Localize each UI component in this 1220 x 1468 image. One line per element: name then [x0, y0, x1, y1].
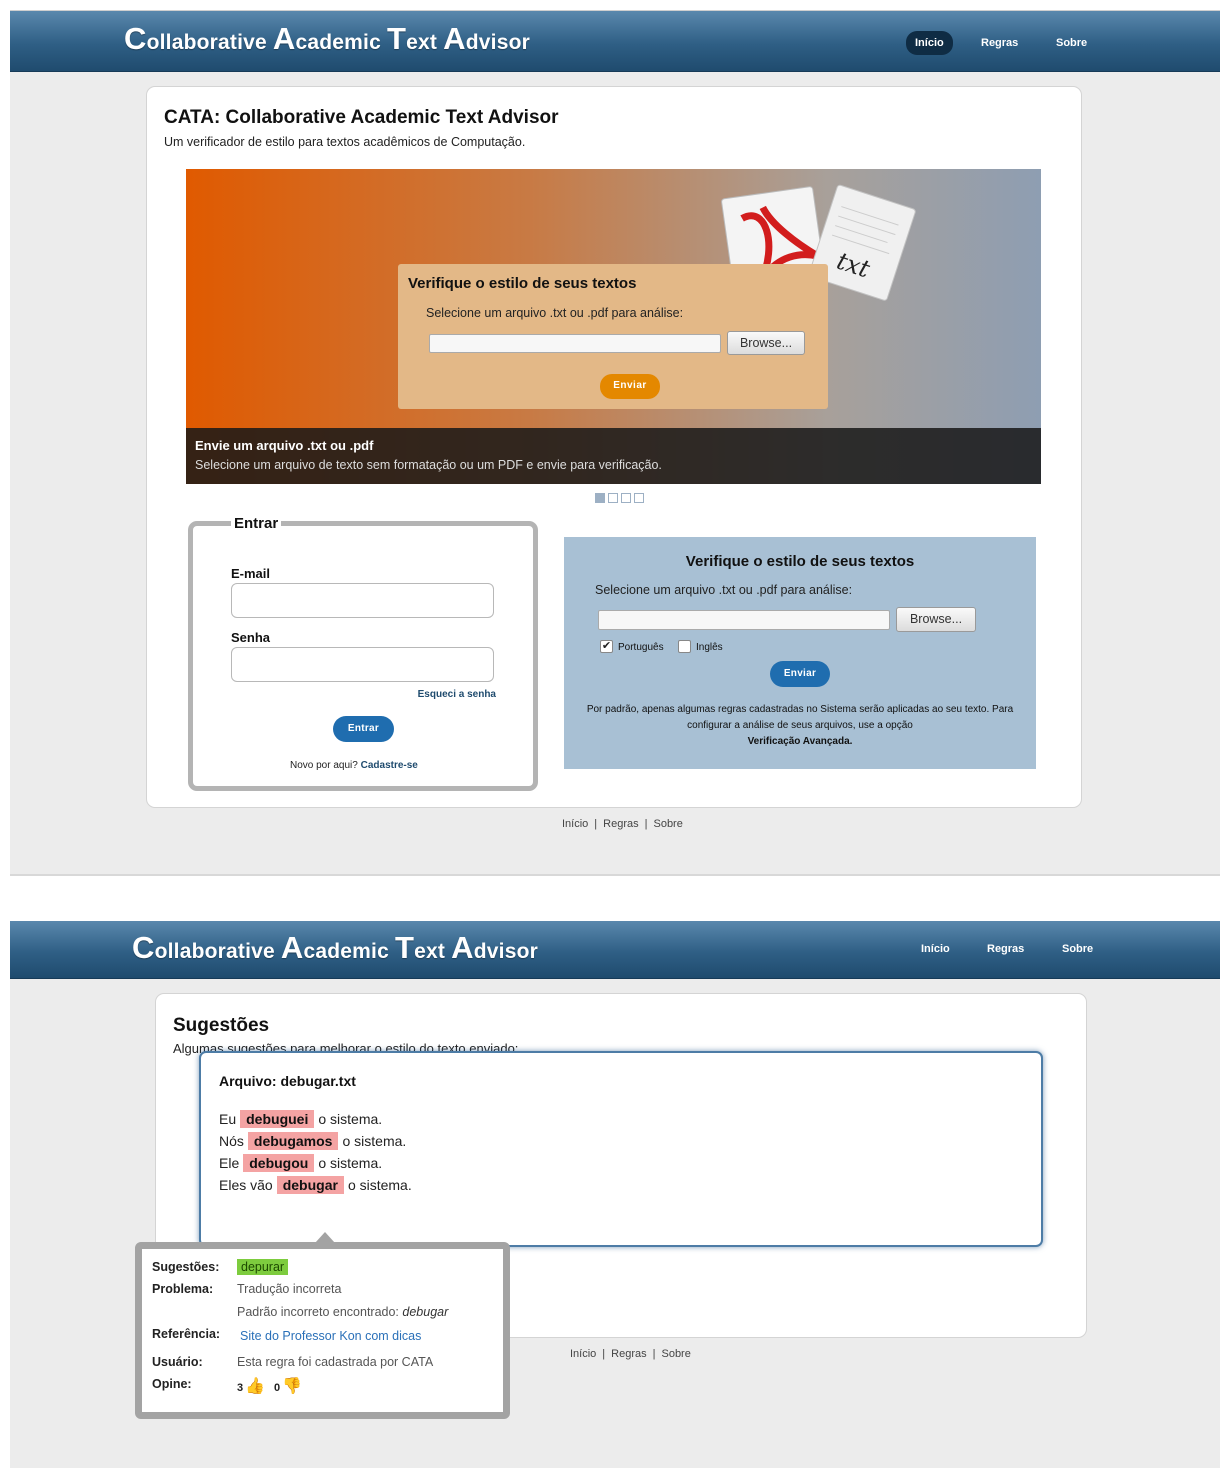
file-heading: Arquivo: debugar.txt	[219, 1073, 356, 1089]
carousel-dot[interactable]	[595, 493, 605, 503]
page-subtitle: Um verificador de estilo para textos aca…	[164, 135, 526, 149]
new-user-text: Novo por aqui? Cadastre-se	[290, 760, 418, 771]
signup-link[interactable]: Cadastre-se	[361, 760, 418, 771]
flagged-word[interactable]: debuguei	[240, 1110, 315, 1128]
reference-key: Referência:	[152, 1327, 221, 1341]
footer-separator: |	[652, 1348, 656, 1360]
results-screenshot: Collaborative Academic Text Advisor Iníc…	[10, 921, 1220, 1468]
footer-regras[interactable]: Regras	[611, 1348, 646, 1360]
footer-inicio[interactable]: Início	[562, 818, 588, 830]
verify-style-box: Verifique o estilo de seus textos Seleci…	[564, 537, 1036, 769]
file-result-card: Arquivo: debugar.txt Eu debuguei o sistema…	[199, 1051, 1043, 1247]
suggestions-key: Sugestões:	[152, 1260, 220, 1274]
text-line: Eles vão debugar o sistema.	[219, 1176, 412, 1194]
text-line: Nós debugamos o sistema.	[219, 1132, 407, 1150]
problem-value: Tradução incorreta	[237, 1282, 342, 1296]
user-value: Esta regra foi cadastrada por CATA	[237, 1355, 434, 1369]
verify-title: Verifique o estilo de seus textos	[685, 553, 915, 570]
thumbs-up-icon[interactable]: 👍	[245, 1378, 265, 1395]
home-screenshot: Collaborative Academic Text Advisor Iníc…	[10, 10, 1220, 876]
problem-key: Problema:	[152, 1282, 214, 1296]
reference-link[interactable]: Site do Professor Kon com dicas	[240, 1329, 421, 1343]
footer: Início | Regras | Sobre	[570, 1348, 691, 1360]
suggestion-value: depurar	[237, 1259, 289, 1275]
suggestion-badge[interactable]: depurar	[237, 1259, 289, 1275]
text-line: Ele debugou o sistema.	[219, 1154, 383, 1172]
brand-logo[interactable]: Collaborative Academic Text Advisor	[132, 930, 538, 966]
carousel-caption: Envie um arquivo .txt ou .pdf Selecione …	[186, 428, 1041, 484]
footer-separator: |	[594, 818, 598, 830]
banner-upload-label: Selecione um arquivo .txt ou .pdf para a…	[426, 306, 684, 320]
carousel-dot[interactable]	[621, 493, 631, 503]
login-legend: Entrar	[231, 515, 282, 532]
new-user-label: Novo por aqui?	[290, 760, 358, 771]
page-title: Sugestões	[173, 1015, 270, 1036]
banner-browse-button[interactable]: Browse...	[727, 331, 805, 355]
banner-submit-button[interactable]: Enviar	[600, 374, 660, 399]
carousel-dot[interactable]	[634, 493, 644, 503]
footer-regras[interactable]: Regras	[603, 818, 638, 830]
carousel-banner: txt Verifique o estilo de seus textos Se…	[186, 169, 1041, 484]
vote-key: Opine:	[152, 1377, 192, 1391]
banner-upload-box: Verifique o estilo de seus textos Seleci…	[398, 264, 828, 409]
login-button[interactable]: Entrar	[333, 716, 394, 742]
footer-sobre[interactable]: Sobre	[661, 1348, 690, 1360]
portuguese-checkbox[interactable]: ✔	[600, 640, 613, 653]
brand-logo[interactable]: Collaborative Academic Text Advisor	[124, 21, 530, 57]
suggestion-popover: Sugestões: depurar Problema: Tradução in…	[135, 1232, 510, 1419]
pattern-value: Padrão incorreto encontrado: debugar	[237, 1305, 449, 1319]
carousel-indicators	[595, 493, 644, 503]
password-label: Senha	[231, 630, 271, 645]
nav-inicio[interactable]: Início	[912, 937, 959, 961]
verify-browse-button[interactable]: Browse...	[896, 607, 976, 632]
footer-sobre[interactable]: Sobre	[653, 818, 682, 830]
english-checkbox[interactable]	[678, 640, 691, 653]
footer-separator: |	[644, 818, 648, 830]
caption-title: Envie um arquivo .txt ou .pdf	[195, 438, 374, 453]
popover-arrow	[315, 1232, 335, 1243]
reference-value: Site do Professor Kon com dicas	[240, 1329, 421, 1343]
login-form: Entrar E-mail Senha Esqueci a senha Entr…	[188, 515, 538, 791]
top-navbar: Collaborative Academic Text Advisor Iníc…	[10, 921, 1220, 979]
nav-regras[interactable]: Regras	[978, 937, 1033, 961]
thumbs-down-icon[interactable]: 👎	[282, 1378, 302, 1395]
page-title: CATA: Collaborative Academic Text Adviso…	[164, 107, 559, 128]
portuguese-label: Português	[618, 642, 664, 653]
top-navbar: Collaborative Academic Text Advisor Iníc…	[10, 11, 1220, 72]
forgot-password-link[interactable]: Esqueci a senha	[418, 689, 496, 700]
nav-sobre[interactable]: Sobre	[1053, 937, 1102, 961]
text-line: Eu debuguei o sistema.	[219, 1110, 383, 1128]
flagged-word[interactable]: debugamos	[247, 1132, 339, 1150]
verify-label: Selecione um arquivo .txt ou .pdf para a…	[595, 583, 853, 597]
footer-inicio[interactable]: Início	[570, 1348, 596, 1360]
verify-note: Por padrão, apenas algumas regras cadast…	[584, 702, 1016, 750]
caption-text: Selecione um arquivo de texto sem format…	[195, 458, 662, 472]
flagged-word[interactable]: debugar	[276, 1176, 344, 1194]
footer-separator: |	[602, 1348, 606, 1360]
flagged-word[interactable]: debugou	[243, 1154, 315, 1172]
verify-submit-button[interactable]: Enviar	[770, 661, 830, 687]
nav-sobre[interactable]: Sobre	[1047, 31, 1096, 55]
upvote-count: 3	[237, 1382, 244, 1394]
advanced-verification-link[interactable]: Verificação Avançada.	[584, 734, 1016, 750]
nav-regras[interactable]: Regras	[972, 31, 1027, 55]
footer: Início | Regras | Sobre	[562, 818, 683, 830]
verify-file-field[interactable]	[598, 610, 890, 630]
email-field[interactable]	[231, 583, 494, 618]
downvote-count: 0	[274, 1382, 281, 1394]
nav-inicio[interactable]: Início	[906, 31, 953, 55]
carousel-dot[interactable]	[608, 493, 618, 503]
banner-file-field[interactable]	[429, 334, 721, 353]
english-label: Inglês	[696, 642, 723, 653]
vote-controls: 3 👍 0 👎	[237, 1376, 302, 1396]
verify-note-text: Por padrão, apenas algumas regras cadast…	[586, 704, 1014, 731]
banner-upload-title: Verifique o estilo de seus textos	[408, 275, 637, 292]
user-key: Usuário:	[152, 1355, 203, 1369]
email-label: E-mail	[231, 566, 271, 581]
password-field[interactable]	[231, 647, 494, 682]
